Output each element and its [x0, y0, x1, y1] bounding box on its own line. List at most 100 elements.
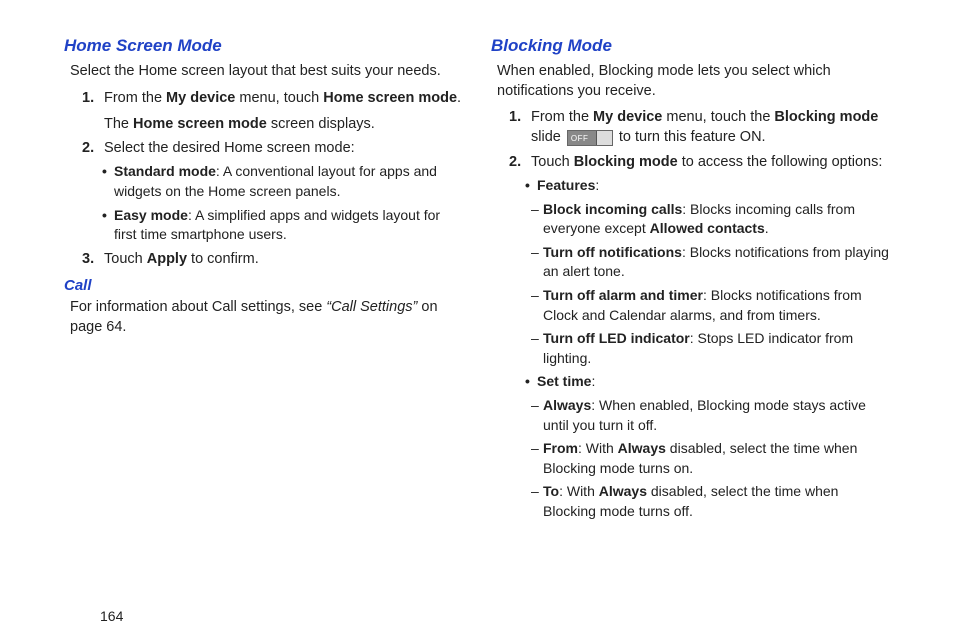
dash-turn-off-led: – Turn off LED indicator: Stops LED indi… — [531, 329, 890, 368]
bullet-text: Easy mode: A simplified apps and widgets… — [114, 206, 463, 245]
t: Always — [599, 483, 647, 499]
t: From the — [104, 90, 166, 106]
t: Easy mode — [114, 207, 188, 223]
t: Home screen mode — [323, 90, 457, 106]
call-text: For information about Call settings, see… — [70, 298, 463, 337]
t: to access the following options: — [678, 154, 883, 170]
t: My device — [593, 109, 662, 125]
t: To — [543, 483, 559, 499]
t: My device — [166, 90, 235, 106]
t: : — [591, 373, 595, 389]
t: menu, touch the — [662, 109, 774, 125]
t: Always — [543, 397, 591, 413]
off-toggle-icon: OFF — [567, 130, 613, 146]
bullet-text: Standard mode: A conventional layout for… — [114, 162, 463, 201]
home-intro-text: Select the Home screen layout that best … — [70, 62, 463, 82]
bullet-marker: • — [525, 372, 537, 392]
t: Turn off alarm and timer — [543, 287, 703, 303]
dash-always: – Always: When enabled, Blocking mode st… — [531, 396, 890, 435]
dash-from: – From: With Always disabled, select the… — [531, 439, 890, 478]
step-number: 1. — [509, 107, 531, 148]
dash-marker: – — [531, 286, 543, 325]
t: Apply — [147, 251, 187, 267]
toggle-knob — [596, 131, 612, 145]
heading-call: Call — [64, 277, 463, 294]
t: The — [104, 116, 133, 132]
step-text: Select the desired Home screen mode: — [104, 138, 463, 158]
t: to confirm. — [187, 251, 259, 267]
step-text: From the My device menu, touch Home scre… — [104, 88, 463, 135]
t: Always — [618, 440, 666, 456]
page-number: 164 — [100, 608, 123, 624]
bullet-standard-mode: • Standard mode: A conventional layout f… — [102, 162, 463, 201]
t: slide — [531, 129, 565, 145]
off-label: OFF — [571, 133, 589, 144]
dash-marker: – — [531, 439, 543, 478]
bullet-easy-mode: • Easy mode: A simplified apps and widge… — [102, 206, 463, 245]
step-number: 1. — [82, 88, 104, 135]
t: : — [595, 177, 599, 193]
t: screen displays. — [267, 116, 375, 132]
t: Blocking mode — [574, 154, 678, 170]
heading-blocking-mode: Blocking Mode — [491, 36, 890, 56]
t: From the — [531, 109, 593, 125]
t: For information about Call settings, see — [70, 299, 326, 315]
blocking-step-1: 1. From the My device menu, touch the Bl… — [509, 107, 890, 148]
dash-marker: – — [531, 482, 543, 521]
step-text: From the My device menu, touch the Block… — [531, 107, 890, 148]
t: Allowed contacts — [650, 220, 765, 236]
t: Blocking mode — [774, 109, 878, 125]
t: Features — [537, 177, 595, 193]
dash-marker: – — [531, 243, 543, 282]
dash-block-incoming: – Block incoming calls: Blocks incoming … — [531, 200, 890, 239]
bullet-set-time: • Set time: — [525, 372, 890, 392]
dash-marker: – — [531, 396, 543, 435]
heading-home-screen-mode: Home Screen Mode — [64, 36, 463, 56]
bullet-text: Set time: — [537, 372, 890, 392]
step-text: Touch Apply to confirm. — [104, 249, 463, 269]
t: Turn off LED indicator — [543, 330, 690, 346]
dash-text: Turn off alarm and timer: Blocks notific… — [543, 286, 890, 325]
t: From — [543, 440, 578, 456]
t: Set time — [537, 373, 591, 389]
t: : When enabled, Blocking mode stays acti… — [543, 397, 866, 433]
dash-text: Turn off notifications: Blocks notificat… — [543, 243, 890, 282]
page: Home Screen Mode Select the Home screen … — [0, 0, 954, 636]
t: . — [765, 220, 769, 236]
step-text: Touch Blocking mode to access the follow… — [531, 152, 890, 172]
t: to turn this feature ON. — [615, 129, 766, 145]
bullet-marker: • — [102, 162, 114, 201]
blocking-intro-text: When enabled, Blocking mode lets you sel… — [497, 62, 890, 101]
dash-text: From: With Always disabled, select the t… — [543, 439, 890, 478]
bullet-features: • Features: — [525, 176, 890, 196]
right-column: Blocking Mode When enabled, Blocking mod… — [477, 30, 904, 626]
t: Touch — [531, 154, 574, 170]
dash-text: Block incoming calls: Blocks incoming ca… — [543, 200, 890, 239]
t: Home screen mode — [133, 116, 267, 132]
t: menu, touch — [235, 90, 323, 106]
blocking-step-2: 2. Touch Blocking mode to access the fol… — [509, 152, 890, 172]
t: “Call Settings” — [326, 299, 417, 315]
left-column: Home Screen Mode Select the Home screen … — [50, 30, 477, 626]
dash-marker: – — [531, 200, 543, 239]
dash-turn-off-notifications: – Turn off notifications: Blocks notific… — [531, 243, 890, 282]
t: : With — [559, 483, 599, 499]
step-number: 2. — [509, 152, 531, 172]
t: . — [457, 90, 461, 106]
dash-text: Always: When enabled, Blocking mode stay… — [543, 396, 890, 435]
t: : With — [578, 440, 618, 456]
t: Touch — [104, 251, 147, 267]
bullet-marker: • — [102, 206, 114, 245]
home-step-1: 1. From the My device menu, touch Home s… — [82, 88, 463, 135]
t: Standard mode — [114, 163, 216, 179]
home-step-3: 3. Touch Apply to confirm. — [82, 249, 463, 269]
dash-text: Turn off LED indicator: Stops LED indica… — [543, 329, 890, 368]
bullet-text: Features: — [537, 176, 890, 196]
bullet-marker: • — [525, 176, 537, 196]
dash-turn-off-alarm: – Turn off alarm and timer: Blocks notif… — [531, 286, 890, 325]
dash-marker: – — [531, 329, 543, 368]
step-number: 3. — [82, 249, 104, 269]
dash-to: – To: With Always disabled, select the t… — [531, 482, 890, 521]
home-step-2: 2. Select the desired Home screen mode: — [82, 138, 463, 158]
dash-text: To: With Always disabled, select the tim… — [543, 482, 890, 521]
